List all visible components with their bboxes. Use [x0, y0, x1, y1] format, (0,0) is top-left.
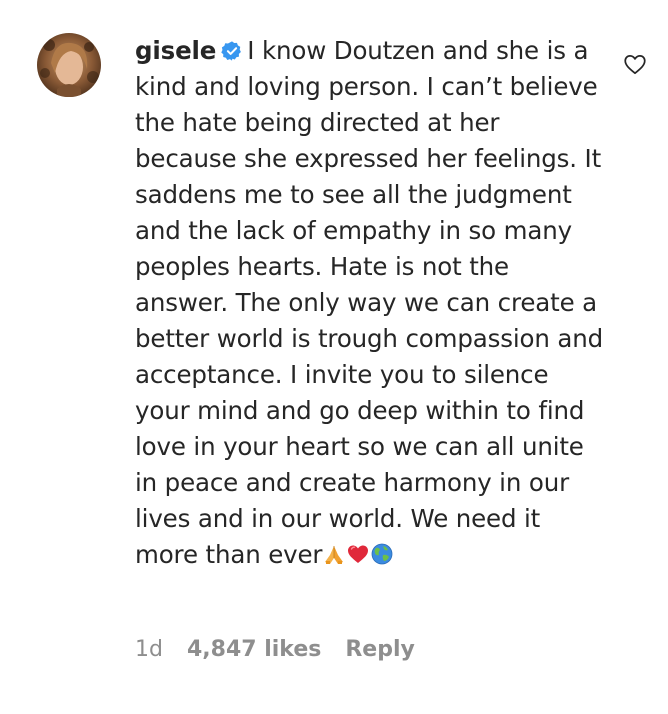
emoji-group	[322, 540, 394, 569]
comment-message: I know Doutzen and she is a kind and lov…	[135, 36, 603, 569]
timestamp[interactable]: 1d	[135, 637, 163, 662]
verified-badge-icon	[221, 41, 242, 61]
reply-button[interactable]: Reply	[345, 637, 415, 662]
comment-text: gisele I know Doutzen and she is a kind a…	[135, 33, 605, 573]
like-heart-icon[interactable]	[622, 51, 648, 77]
avatar[interactable]	[37, 33, 101, 97]
red-heart-emoji	[348, 545, 369, 563]
comment-body: gisele I know Doutzen and she is a kind a…	[135, 33, 605, 573]
folded-hands-emoji	[325, 546, 344, 564]
next-comment-peek	[190, 704, 350, 714]
comment-meta: 1d 4,847 likes Reply	[135, 637, 439, 662]
globe-emoji	[371, 543, 393, 565]
comment: gisele I know Doutzen and she is a kind a…	[0, 0, 668, 714]
username[interactable]: gisele	[135, 36, 216, 65]
likes-count[interactable]: 4,847 likes	[187, 637, 321, 662]
